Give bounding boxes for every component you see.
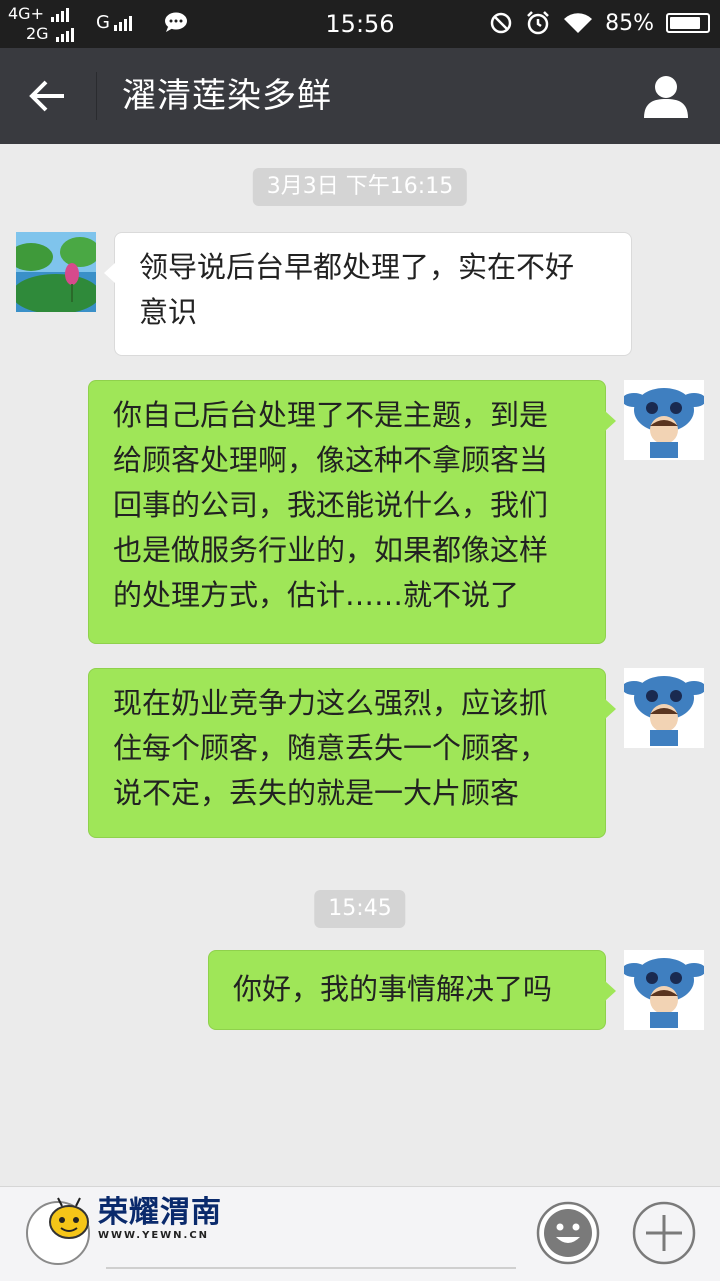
- emoji-icon[interactable]: [536, 1201, 600, 1265]
- timestamp: 15:45: [314, 890, 406, 928]
- alarm-icon: [527, 11, 549, 35]
- status-right: 85%: [489, 10, 710, 36]
- person-icon[interactable]: [642, 72, 690, 120]
- chat-title: 濯清莲染多鲜: [122, 76, 332, 116]
- battery-percent: 85%: [605, 10, 654, 36]
- message-incoming: 领导说后台早都处理了，实在不好 意识: [104, 232, 632, 356]
- no-disturb-icon: [490, 12, 512, 34]
- message-outgoing: 现在奶业竞争力这么强烈，应该抓 住每个顾客，随意丢失一个顾客， 说不定，丢失的就…: [88, 668, 616, 838]
- message-input[interactable]: [106, 1267, 516, 1269]
- chat-header: 濯清莲染多鲜: [0, 48, 720, 144]
- wifi-icon: [564, 13, 593, 33]
- user-avatar[interactable]: [624, 950, 704, 1030]
- plus-icon[interactable]: [632, 1201, 696, 1265]
- timestamp: 3月3日 下午16:15: [252, 168, 468, 206]
- input-bar: 荣耀渭南 WWW.YEWN.CN: [0, 1186, 720, 1281]
- message-outgoing: 你好，我的事情解决了吗: [208, 950, 616, 1030]
- bee-logo-icon: [49, 1197, 89, 1239]
- watermark-url: WWW.YEWN.CN: [98, 1229, 210, 1241]
- status-bar: 4G+ 2G G 15:56 85%: [0, 0, 720, 48]
- watermark: 荣耀渭南 WWW.YEWN.CN: [46, 1195, 222, 1241]
- header-divider: [96, 72, 97, 120]
- battery-icon: [666, 13, 710, 33]
- message-outgoing: 你自己后台处理了不是主题，到是 给顾客处理啊，像这种不拿顾客当 回事的公司，我还…: [88, 380, 616, 644]
- user-avatar[interactable]: [624, 668, 704, 748]
- watermark-name: 荣耀渭南: [98, 1194, 222, 1230]
- user-avatar[interactable]: [624, 380, 704, 460]
- arrow-left-icon[interactable]: [24, 74, 72, 118]
- contact-avatar[interactable]: [16, 232, 96, 312]
